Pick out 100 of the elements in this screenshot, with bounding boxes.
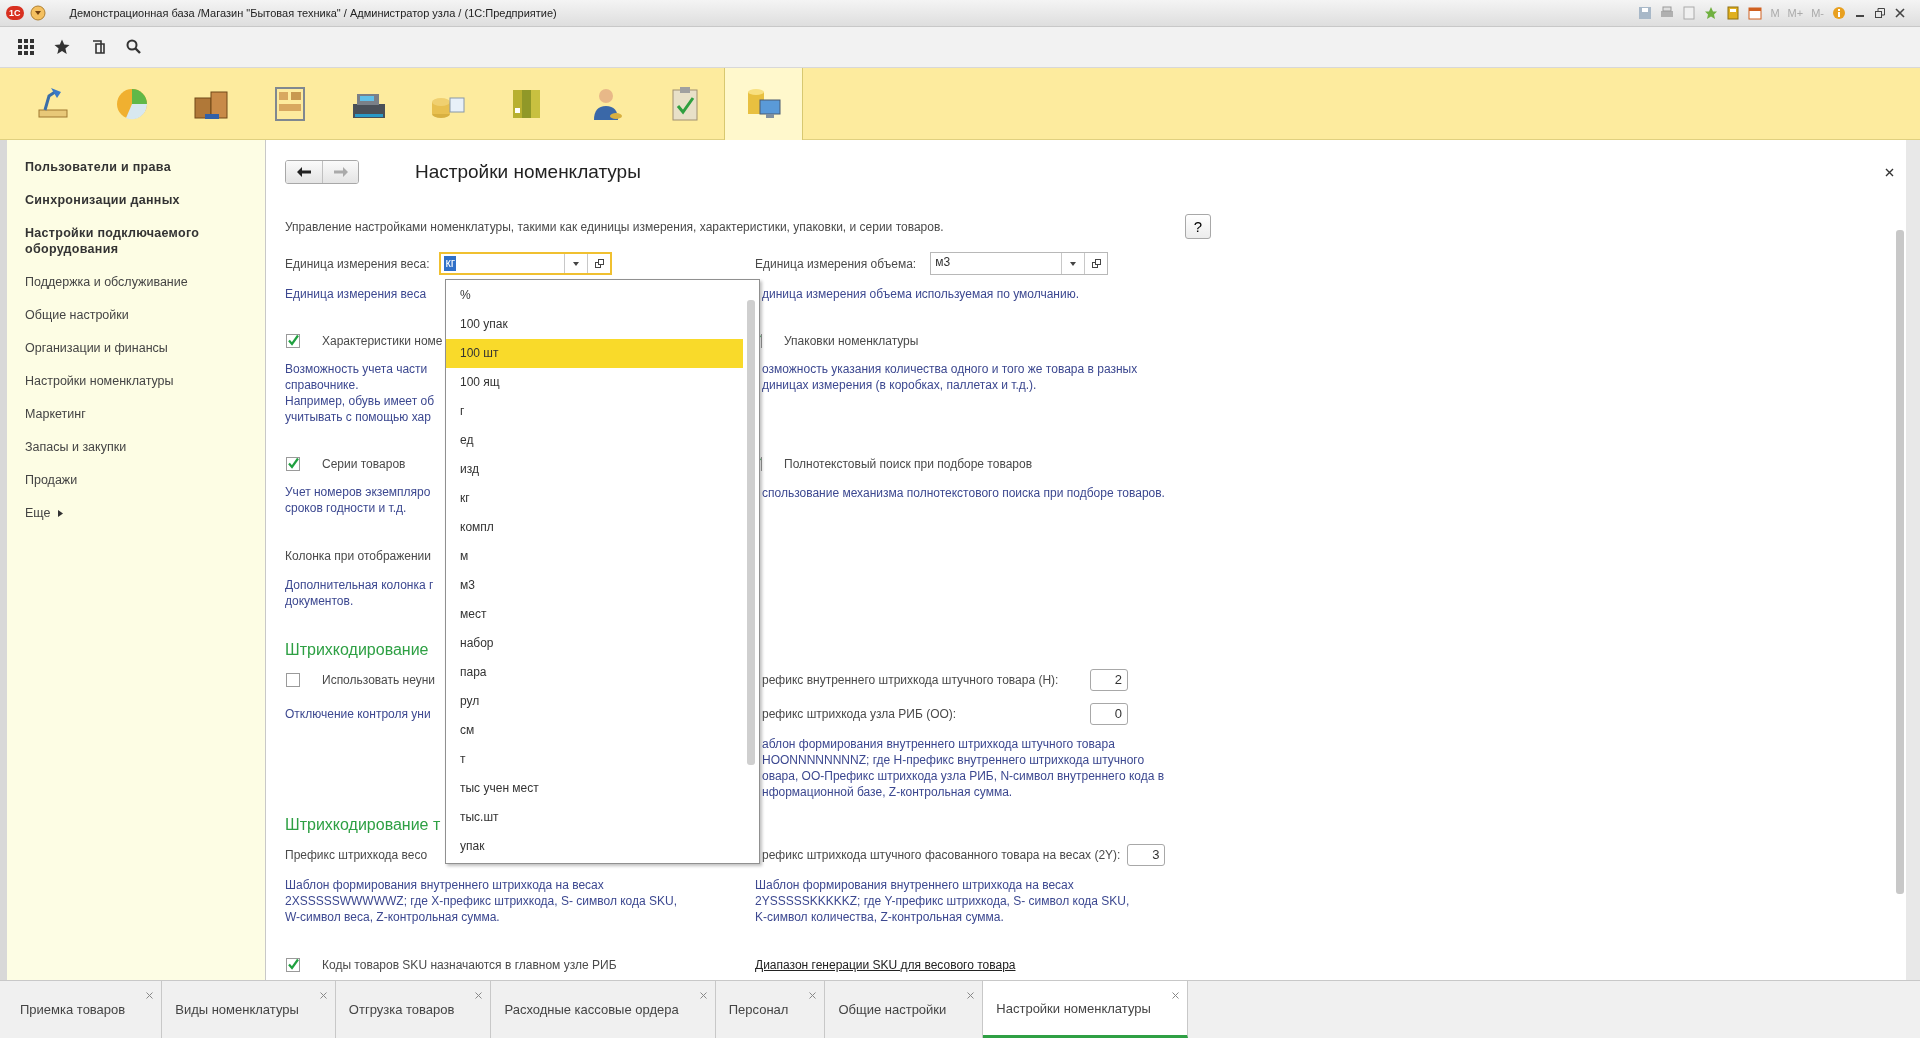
arrow-right-icon xyxy=(333,167,348,177)
apps-grid-icon[interactable] xyxy=(18,39,34,55)
dropdown-item[interactable]: ед xyxy=(446,426,743,455)
open-icon xyxy=(1091,259,1101,268)
dropdown-item[interactable]: т xyxy=(446,745,743,774)
sidebar-item[interactable]: Запасы и закупки xyxy=(25,439,265,472)
dropdown-item[interactable]: 100 упак xyxy=(446,310,743,339)
volume-unit-field[interactable]: м3 xyxy=(930,252,1109,275)
dropdown-item[interactable]: изд xyxy=(446,455,743,484)
hint-text: Возможность учета части справочнике. Например, обувь имеет об учитывать с помощью хар xyxy=(285,361,434,425)
tab[interactable]: Виды номенклатуры xyxy=(162,981,336,1038)
field-label: Префикс штрихкода весо xyxy=(285,847,428,863)
calendar-icon[interactable] xyxy=(1748,6,1763,20)
info-icon[interactable] xyxy=(1832,6,1846,20)
dropdown-item[interactable]: мест xyxy=(446,600,743,629)
dropdown-item[interactable]: тыс.шт xyxy=(446,803,743,832)
hint-text: Шаблон формирования внутреннего штрихкода на весах 2XSSSSSWWWWWZ; где X-префикс штрихкода, S- символ кода SKU, W-символ веса, Z-контрольная сумма. xyxy=(285,877,678,925)
dropdown-item[interactable]: м xyxy=(446,542,743,571)
search-icon[interactable] xyxy=(126,39,142,55)
checkbox-label: Серии товаров xyxy=(322,456,406,472)
tab[interactable]: Отгрузка товаров xyxy=(335,981,492,1038)
dropdown-item[interactable]: г xyxy=(446,397,743,426)
sidebar-item[interactable]: Общие настройки xyxy=(25,307,265,340)
sku-range-link[interactable]: Диапазон генерации SKU для весового товара xyxy=(755,957,1016,973)
number-field[interactable]: 3 xyxy=(1127,844,1166,866)
dropdown-item[interactable]: м3 xyxy=(446,571,743,600)
hint-text: озможность указания количества одного и того же товара в разных диницах измерения (в коробках, паллетах и т.д.). xyxy=(762,361,1138,393)
form-title: Настройки номенклатуры xyxy=(415,161,641,183)
tab[interactable]: Приемка товаров xyxy=(7,981,163,1038)
hint-text: Шаблон формирования внутреннего штрихкода на весах 2YSSSSSKKKKKZ; где Y-префикс штрихкода, S- символ кода SKU, K-символ количества, Z-контрольная сумма. xyxy=(755,877,1130,925)
dropdown-item[interactable]: пара xyxy=(446,658,743,687)
window-title: Демонстрационная база /Магазин "Бытовая техника" / Администратор узла / (1С:Предприятие) xyxy=(69,7,557,19)
tab[interactable]: Расходные кассовые ордера xyxy=(491,981,716,1038)
form-description: Управление настройками номенклатуры, такими как единицы измерения, характеристики, упаковки, и серии товаров. xyxy=(285,218,945,235)
dropdown-item[interactable]: тыс учен мест xyxy=(446,774,743,803)
dropdown-item[interactable]: набор xyxy=(446,629,743,658)
back-button[interactable] xyxy=(286,161,322,183)
dropdown-item[interactable]: 100 шт xyxy=(446,339,743,368)
number-field[interactable]: 0 xyxy=(1090,703,1128,725)
dropdown-arrow-icon xyxy=(573,261,580,266)
number-field[interactable]: 2 xyxy=(1090,669,1128,691)
section-heading: Штрихкодирование xyxy=(285,640,429,660)
hint-text: Единица измерения веса xyxy=(285,286,427,302)
hint-text: Дополнительная колонка г документов. xyxy=(285,577,434,609)
sidebar-item[interactable]: Маркетинг xyxy=(25,406,265,439)
star-icon[interactable] xyxy=(1704,6,1719,20)
hint-text: аблон формирования внутреннего штрихкода штучного товара HOONNNNNNNNZ; где Н-префикс внутреннего штрихкода штучного овара, ОО-Префикс штрихкода узла РИБ, N-символ внутреннего кода в нформационной базе, Z-контрольная сумма. xyxy=(762,736,1165,800)
menu-dropdown-icon[interactable] xyxy=(29,5,46,21)
dropdown-item[interactable]: упак xyxy=(446,832,743,861)
dropdown-item[interactable]: см xyxy=(446,716,743,745)
field-label: Колонка при отображении xyxy=(285,548,431,564)
tab[interactable]: Настройки номенклатуры xyxy=(983,981,1188,1038)
sidebar-item[interactable]: Организации и финансы xyxy=(25,340,265,373)
sidebar-item[interactable]: Поддержка и обслуживание xyxy=(25,274,265,307)
sidebar-item[interactable]: Настройки номенклатуры xyxy=(25,373,265,406)
checkbox-label: Использовать неуни xyxy=(322,672,436,688)
field-label: рефикс внутреннего штрихкода штучного товара (Н): xyxy=(762,672,1060,688)
close-icon[interactable] xyxy=(1894,7,1906,19)
sidebar-item[interactable]: Синхронизации данных xyxy=(25,192,265,225)
field-label: Единица измерения объема: xyxy=(755,255,917,272)
scrollbar[interactable] xyxy=(747,300,755,765)
sidebar-item[interactable]: Продажи xyxy=(25,472,265,505)
caret-icon xyxy=(58,510,64,517)
section-heading: Штрихкодирование т xyxy=(285,815,441,835)
close-icon[interactable] xyxy=(1885,168,1894,177)
floppy-icon[interactable] xyxy=(1638,6,1653,20)
print-icon[interactable] xyxy=(1660,6,1675,20)
checkbox-label: Характеристики номе xyxy=(322,333,443,349)
arrow-left-icon xyxy=(297,167,311,177)
dropdown-item[interactable]: кг xyxy=(446,484,743,513)
hint-text: Учет номеров экземпляро сроков годности и т.д. xyxy=(285,484,431,516)
field-label: рефикс штрихкода узла РИБ (ОО): xyxy=(762,706,958,722)
sidebar-item[interactable]: Еще xyxy=(25,505,51,521)
hint-text: диница измерения объема используемая по умолчанию. xyxy=(762,286,1080,302)
checkbox-label: Полнотекстовый поиск при подборе товаров xyxy=(784,456,1033,472)
checkbox-label: Коды товаров SKU назначаются в главном узле РИБ xyxy=(322,956,617,973)
star-icon[interactable] xyxy=(54,39,70,55)
field-label: рефикс штрихкода штучного фасованного товара на весах (2Y): xyxy=(762,847,1121,863)
sidebar-item[interactable]: Настройки подключаемого оборудования xyxy=(25,225,225,274)
weight-unit-field[interactable]: кг xyxy=(439,252,613,275)
checkbox[interactable] xyxy=(286,457,300,471)
field-label: Единица измерения веса: xyxy=(285,255,430,272)
hint-text: Отключение контроля уни xyxy=(285,706,431,722)
calculator-icon[interactable] xyxy=(1726,6,1741,20)
checkbox[interactable] xyxy=(286,957,300,972)
dropdown-item[interactable]: компл xyxy=(446,513,743,542)
checkbox-label: Упаковки номенклатуры xyxy=(784,333,919,349)
checkbox[interactable] xyxy=(286,673,300,687)
help-button[interactable]: ? xyxy=(1185,214,1211,239)
hint-text: спользование механизма полнотекстового поиска при подборе товаров. xyxy=(762,485,1165,501)
restore-icon[interactable] xyxy=(1874,7,1886,19)
dropdown-item[interactable]: рул xyxy=(446,687,743,716)
open-icon xyxy=(595,259,604,268)
sidebar-item[interactable]: Пользователи и права xyxy=(25,159,265,192)
dropdown-item[interactable]: 100 ящ xyxy=(446,368,743,397)
tab[interactable]: Персонал xyxy=(715,981,826,1038)
dropdown-item[interactable]: % xyxy=(446,281,743,310)
dropdown-arrow-icon xyxy=(1070,261,1077,266)
checkbox[interactable] xyxy=(286,334,300,348)
app-logo[interactable]: 1С xyxy=(6,6,24,20)
